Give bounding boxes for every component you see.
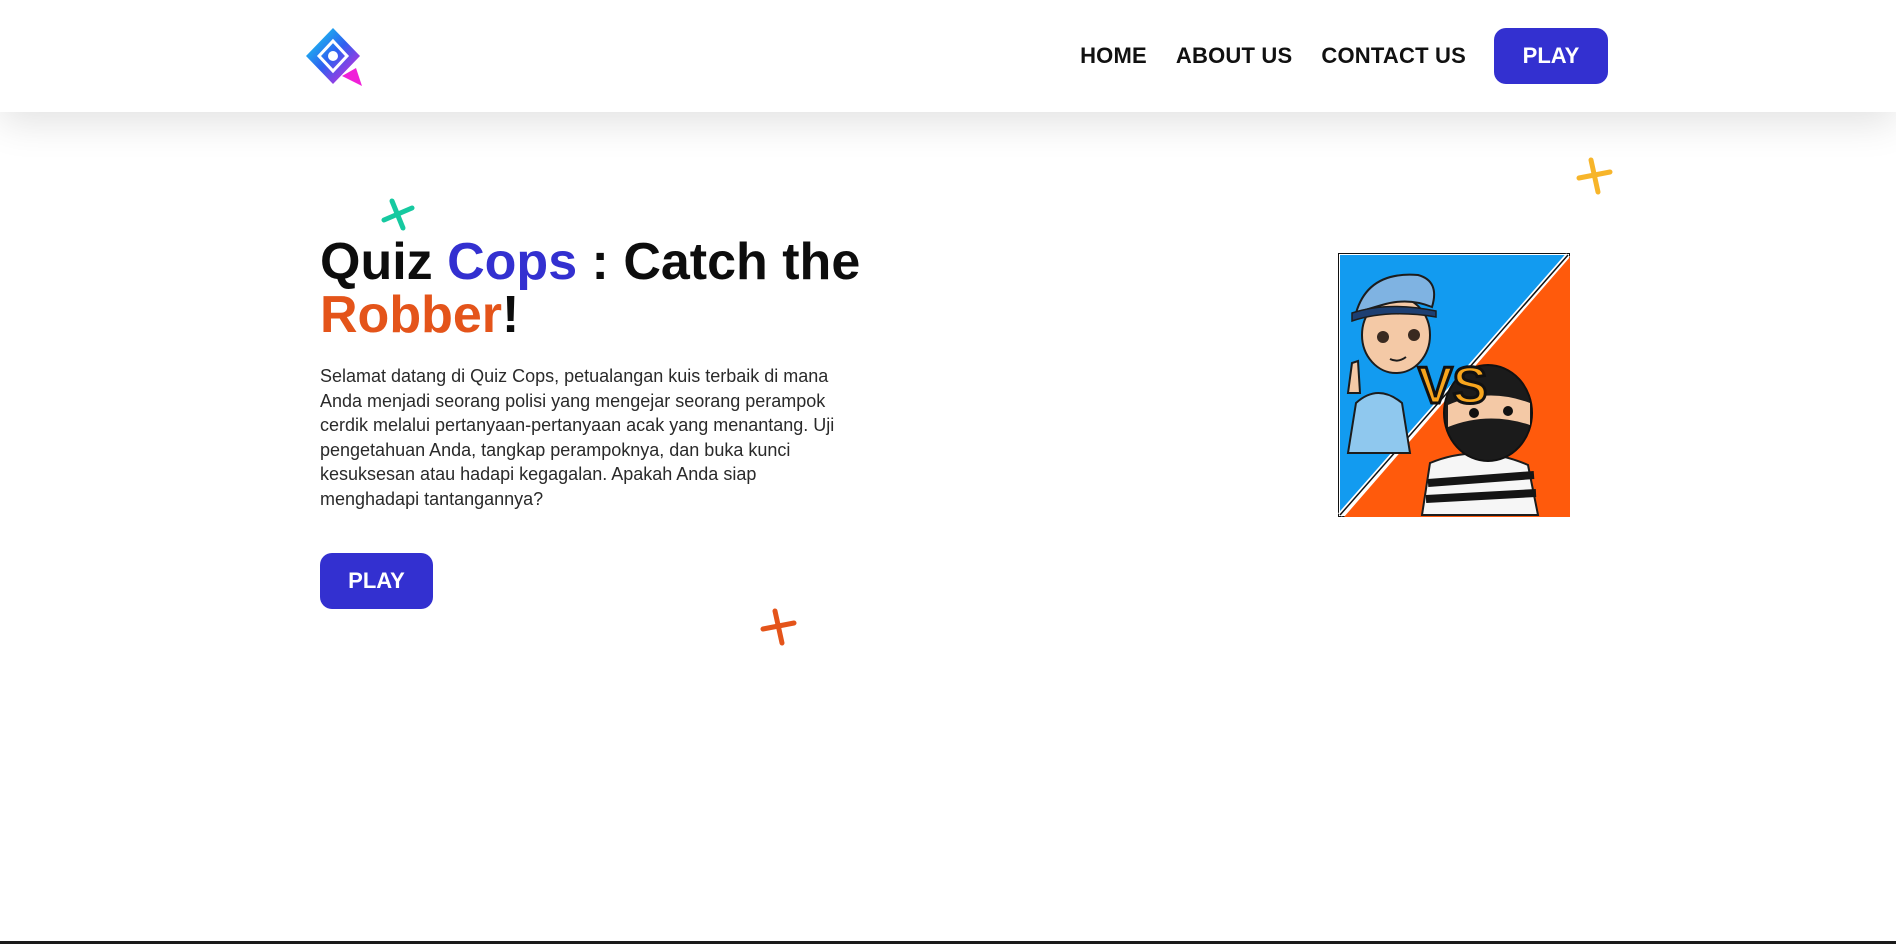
title-text-cops: Cops — [447, 233, 578, 291]
navbar: HOME ABOUT US CONTACT US PLAY — [0, 0, 1896, 112]
hero-title: Quiz Cops : Catch the Robber! — [320, 236, 880, 342]
vs-text: VS — [1418, 357, 1487, 415]
nav-contact-link[interactable]: CONTACT US — [1321, 43, 1466, 69]
nav-about-link[interactable]: ABOUT US — [1176, 43, 1293, 69]
green-cross-icon — [381, 198, 415, 231]
hero-play-button[interactable]: PLAY — [320, 553, 433, 609]
quiz-logo-icon[interactable] — [302, 26, 364, 88]
cop-vs-robber-illustration: VS — [1338, 253, 1570, 517]
title-text-robber: Robber — [320, 286, 502, 344]
hero-description: Selamat datang di Quiz Cops, petualangan… — [320, 366, 835, 509]
red-cross-icon — [760, 608, 797, 646]
yellow-cross-icon — [1576, 157, 1613, 195]
title-text-quiz: Quiz — [320, 233, 448, 291]
title-text-catch: : Catch the — [577, 233, 861, 291]
title-text-exclaim: ! — [502, 286, 520, 344]
nav-links: HOME ABOUT US CONTACT US PLAY — [1080, 28, 1608, 84]
nav-home-link[interactable]: HOME — [1080, 43, 1147, 69]
nav-play-button[interactable]: PLAY — [1494, 28, 1608, 84]
